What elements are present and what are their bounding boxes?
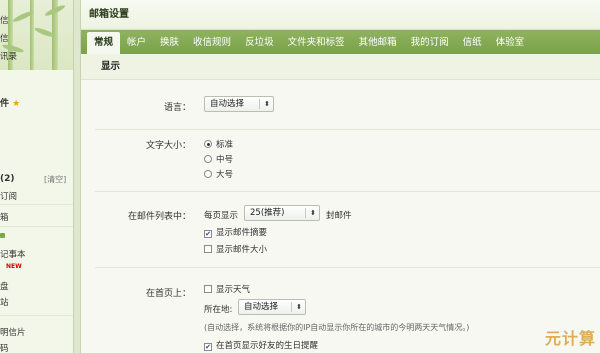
sidebar-item-last[interactable]: 码 <box>0 342 9 353</box>
select-caret-icon: ⬍ <box>310 209 316 217</box>
birthday-reminder-checkbox[interactable]: ✔ 在首页显示好友的生日提醒 <box>204 339 318 351</box>
tab-rules[interactable]: 收信规则 <box>186 32 238 54</box>
font-size-medium-label: 中号 <box>216 155 234 165</box>
tab-subscriptions[interactable]: 我的订阅 <box>404 32 456 54</box>
location-select-value: 自动选择 <box>244 302 279 312</box>
font-size-option-large[interactable]: 大号 <box>204 168 233 180</box>
sidebar-item-inbox[interactable]: 信 <box>0 14 9 26</box>
clear-link[interactable]: [清空] <box>44 174 66 185</box>
font-size-option-standard[interactable]: 标准 <box>204 138 233 150</box>
per-page-select-value: 25(推荐) <box>250 208 285 218</box>
tab-account[interactable]: 帐户 <box>120 32 153 54</box>
checkbox-checked-icon: ✔ <box>204 343 212 351</box>
page-title: 邮箱设置 <box>81 0 600 30</box>
sidebar-folder-header-label: 件 <box>0 99 10 109</box>
per-page-suffix: 封邮件 <box>326 211 352 221</box>
show-weather-label: 显示天气 <box>216 285 251 295</box>
checkbox-icon <box>204 245 212 253</box>
settings-content: 语言： 自动选择 ⬍ 文字大小： 标准 中号 大号 在邮件列表中： 每页显示 2… <box>81 80 600 353</box>
mail-list-label: 在邮件列表中： <box>127 212 191 222</box>
tab-labs[interactable]: 体验室 <box>489 32 532 54</box>
sidebar-item-site[interactable]: 站 <box>0 296 9 308</box>
checkbox-checked-icon: ✔ <box>204 230 212 238</box>
radio-icon <box>204 170 212 178</box>
settings-panel: 邮箱设置 常规 帐户 换肤 收信规则 反垃圾 文件夹和标签 其他邮箱 我的订阅 … <box>80 0 600 353</box>
tab-stationery[interactable]: 信纸 <box>456 32 489 54</box>
location-select[interactable]: 自动选择 ⬍ <box>238 299 306 315</box>
language-label: 语言： <box>163 103 191 113</box>
birthday-reminder-label: 在首页显示好友的生日提醒 <box>216 341 319 351</box>
sidebar-folder-header[interactable]: 件 ★ <box>0 96 20 109</box>
per-page-select[interactable]: 25(推荐) ⬍ <box>244 205 320 221</box>
tab-other-mailbox[interactable]: 其他邮箱 <box>352 32 404 54</box>
radio-icon <box>204 155 212 163</box>
section-title: 显示 <box>81 54 600 80</box>
select-caret-icon: ⬍ <box>264 100 270 108</box>
star-icon: ★ <box>12 99 21 109</box>
watermark-logo: 元计算 <box>544 329 596 348</box>
language-select-value: 自动选择 <box>210 99 245 109</box>
select-caret-icon: ⬍ <box>296 303 302 311</box>
show-size-label: 显示邮件大小 <box>216 245 268 255</box>
sidebar-item-sent[interactable]: 信 <box>0 32 9 44</box>
font-size-option-medium[interactable]: 中号 <box>204 153 233 165</box>
notebook-icon <box>0 233 5 238</box>
settings-tabs: 常规 帐户 换肤 收信规则 反垃圾 文件夹和标签 其他邮箱 我的订阅 信纸 体验… <box>81 30 600 54</box>
show-weather-checkbox[interactable]: 显示天气 <box>204 283 250 295</box>
left-sidebar: 信 信 讯录 件 ★ (2) [清空] 订阅 箱 记事本 NEW 盘 站 明信片… <box>0 0 74 353</box>
tab-antispam[interactable]: 反垃圾 <box>238 32 281 54</box>
show-size-checkbox[interactable]: 显示邮件大小 <box>204 243 267 255</box>
sidebar-item-contacts[interactable]: 讯录 <box>0 50 17 62</box>
font-size-label: 文字大小： <box>145 141 191 151</box>
tab-folders[interactable]: 文件夹和标签 <box>281 32 352 54</box>
sidebar-item-tag[interactable]: 箱 <box>0 211 9 223</box>
font-size-standard-label: 标准 <box>216 140 234 150</box>
per-page-prefix: 每页显示 <box>204 211 239 221</box>
new-badge: NEW <box>6 263 22 270</box>
sidebar-item-postcard[interactable]: 明信片 <box>0 326 26 338</box>
language-select[interactable]: 自动选择 ⬍ <box>204 96 274 112</box>
sidebar-group-header: (2) <box>0 174 15 184</box>
sidebar-item-notebook[interactable]: 记事本 <box>0 248 26 260</box>
location-label: 所在地: <box>204 305 233 315</box>
radio-selected-icon <box>204 140 212 148</box>
checkbox-icon <box>204 285 212 293</box>
font-size-large-label: 大号 <box>216 170 234 180</box>
sidebar-item-drive[interactable]: 盘 <box>0 280 9 292</box>
show-summary-label: 显示邮件摘要 <box>216 228 268 238</box>
tab-general[interactable]: 常规 <box>87 32 121 54</box>
location-hint: (自动选择，系统将根据你的IP自动显示你所在的城市的今明两天天气情况。) <box>204 323 470 332</box>
show-summary-checkbox[interactable]: ✔ 显示邮件摘要 <box>204 226 267 238</box>
sidebar-item-subscribe[interactable]: 订阅 <box>0 190 17 202</box>
tab-skin[interactable]: 换肤 <box>153 32 186 54</box>
homepage-label: 在首页上： <box>145 289 191 299</box>
